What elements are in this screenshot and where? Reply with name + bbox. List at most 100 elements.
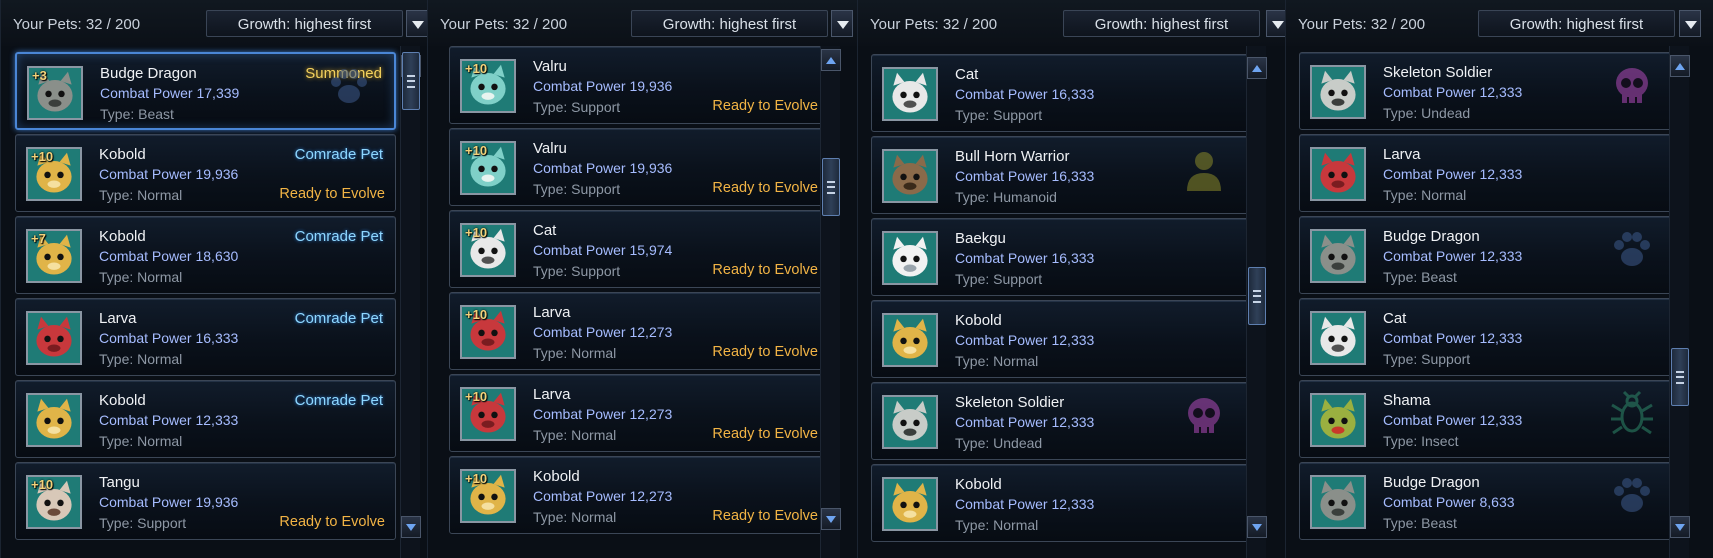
pet-card[interactable]: Larva Combat Power 16,333 Type: Normal C…: [15, 298, 396, 376]
scroll-down-icon[interactable]: [1247, 516, 1267, 538]
scroll-down-icon[interactable]: [401, 516, 421, 538]
pet-name: Kobold: [955, 476, 1002, 493]
pet-level: +10: [465, 307, 488, 322]
pet-portrait: [882, 395, 938, 449]
panel-header: Your Pets: 32 / 200 Growth: highest firs…: [428, 0, 857, 46]
pet-name: Shama: [1383, 392, 1431, 409]
pet-combat-power: Combat Power 16,333: [99, 330, 239, 346]
pet-card[interactable]: +10 Larva Combat Power 12,273 Type: Norm…: [449, 292, 829, 370]
pet-card[interactable]: Cat Combat Power 12,333 Type: Support: [1299, 298, 1678, 376]
pet-panel: Your Pets: 32 / 200 Growth: highest firs…: [0, 0, 428, 558]
scroll-down-icon[interactable]: [1670, 516, 1690, 538]
scroll-thumb[interactable]: [1248, 267, 1266, 325]
pet-status-badge: Comrade Pet: [294, 310, 383, 327]
pet-name: Bull Horn Warrior: [955, 148, 1070, 165]
pets-count: Your Pets: 32 / 200: [1298, 16, 1426, 33]
pet-card[interactable]: Budge Dragon Combat Power 12,333 Type: B…: [1299, 216, 1678, 294]
pet-type: Type: Beast: [100, 106, 174, 122]
pet-card[interactable]: Cat Combat Power 16,333 Type: Support: [871, 54, 1250, 132]
pet-level: +10: [31, 477, 54, 492]
pet-level: +10: [465, 61, 488, 76]
pet-portrait: [1310, 229, 1366, 283]
pet-combat-power: Combat Power 19,936: [99, 166, 239, 182]
pet-card[interactable]: Budge Dragon Combat Power 8,633 Type: Be…: [1299, 462, 1678, 540]
pet-combat-power: Combat Power 12,273: [533, 324, 673, 340]
pet-portrait: +10: [460, 387, 516, 441]
pet-portrait: [882, 313, 938, 367]
pet-card[interactable]: +7 Kobold Combat Power 18,630 Type: Norm…: [15, 216, 396, 294]
pet-card[interactable]: Larva Combat Power 12,333 Type: Normal: [1299, 134, 1678, 212]
sort-dropdown[interactable]: Growth: highest first: [631, 10, 828, 37]
pet-combat-power: Combat Power 12,333: [1383, 248, 1523, 264]
pet-portrait: [26, 393, 82, 447]
pet-card[interactable]: Skeleton Soldier Combat Power 12,333 Typ…: [871, 382, 1250, 460]
pet-combat-power: Combat Power 12,333: [1383, 412, 1523, 428]
pet-card[interactable]: +10 Valru Combat Power 19,936 Type: Supp…: [449, 46, 829, 124]
pet-card[interactable]: +10 Larva Combat Power 12,273 Type: Norm…: [449, 374, 829, 452]
scroll-thumb[interactable]: [402, 52, 420, 110]
scrollbar[interactable]: [1669, 46, 1690, 558]
pet-portrait: +10: [460, 59, 516, 113]
sort-dropdown-arrow-icon[interactable]: [406, 10, 428, 37]
pet-portrait: [1310, 65, 1366, 119]
pet-type: Type: Support: [533, 181, 621, 197]
scroll-thumb[interactable]: [1671, 348, 1689, 406]
pet-card[interactable]: Kobold Combat Power 12,333 Type: Normal: [871, 464, 1250, 542]
scroll-thumb[interactable]: [822, 158, 840, 216]
pet-combat-power: Combat Power 18,630: [99, 248, 239, 264]
pet-card[interactable]: +10 Kobold Combat Power 19,936 Type: Nor…: [15, 134, 396, 212]
pet-card[interactable]: Baekgu Combat Power 16,333 Type: Support: [871, 218, 1250, 296]
sort-dropdown[interactable]: Growth: highest first: [1063, 10, 1260, 37]
pets-count: Your Pets: 32 / 200: [440, 16, 568, 33]
pet-level: +10: [31, 149, 54, 164]
sort-dropdown-arrow-icon[interactable]: [831, 10, 853, 37]
scroll-up-icon[interactable]: [1670, 55, 1690, 77]
scroll-down-icon[interactable]: [821, 508, 841, 530]
pet-portrait: [882, 149, 938, 203]
scrollbar[interactable]: [820, 46, 841, 558]
pet-combat-power: Combat Power 12,333: [1383, 330, 1523, 346]
pet-type: Type: Normal: [99, 351, 183, 367]
sort-dropdown-arrow-icon[interactable]: [1679, 10, 1701, 37]
pet-combat-power: Combat Power 8,633: [1383, 494, 1515, 510]
panel-header: Your Pets: 32 / 200 Growth: highest firs…: [1, 0, 428, 46]
pet-card[interactable]: +10 Kobold Combat Power 12,273 Type: Nor…: [449, 456, 829, 534]
pet-type: Type: Support: [533, 99, 621, 115]
sort-dropdown[interactable]: Growth: highest first: [1478, 10, 1675, 37]
scrollbar[interactable]: [1246, 46, 1267, 558]
sort-dropdown[interactable]: Growth: highest first: [206, 10, 403, 37]
scrollbar[interactable]: [400, 46, 421, 558]
pet-combat-power: Combat Power 12,333: [99, 412, 239, 428]
pet-card[interactable]: +10 Cat Combat Power 15,974 Type: Suppor…: [449, 210, 829, 288]
pet-combat-power: Combat Power 12,333: [1383, 84, 1523, 100]
pets-count: Your Pets: 32 / 200: [13, 16, 141, 33]
pet-type: Type: Normal: [533, 509, 617, 525]
pet-card[interactable]: +10 Tangu Combat Power 19,936 Type: Supp…: [15, 462, 396, 540]
pet-portrait: [1310, 311, 1366, 365]
pet-card[interactable]: Skeleton Soldier Combat Power 12,333 Typ…: [1299, 52, 1678, 130]
pet-name: Kobold: [955, 312, 1002, 329]
scroll-up-icon[interactable]: [1247, 57, 1267, 79]
scroll-up-icon[interactable]: [821, 49, 841, 71]
pet-portrait: +7: [26, 229, 82, 283]
pet-status-badge: Comrade Pet: [294, 146, 383, 163]
pet-name: Larva: [533, 386, 571, 403]
pet-combat-power: Combat Power 19,936: [533, 160, 673, 176]
pet-type: Type: Normal: [955, 517, 1039, 533]
pet-card[interactable]: +3 Budge Dragon Combat Power 17,339 Type…: [15, 52, 396, 130]
pet-name: Cat: [533, 222, 557, 239]
pet-name: Larva: [99, 310, 137, 327]
pet-card[interactable]: +10 Valru Combat Power 19,936 Type: Supp…: [449, 128, 829, 206]
pet-type: Type: Normal: [533, 345, 617, 361]
pet-type: Type: Support: [1383, 351, 1471, 367]
pet-card[interactable]: Shama Combat Power 12,333 Type: Insect: [1299, 380, 1678, 458]
pet-card[interactable]: Kobold Combat Power 12,333 Type: Normal …: [15, 380, 396, 458]
pet-type: Type: Support: [533, 263, 621, 279]
pet-name: Kobold: [533, 468, 580, 485]
pet-name: Larva: [533, 304, 571, 321]
pet-card[interactable]: Bull Horn Warrior Combat Power 16,333 Ty…: [871, 136, 1250, 214]
pet-portrait: [882, 67, 938, 121]
ready-to-evolve-label: Ready to Evolve: [712, 262, 818, 278]
ready-to-evolve-label: Ready to Evolve: [712, 344, 818, 360]
pet-card[interactable]: Kobold Combat Power 12,333 Type: Normal: [871, 300, 1250, 378]
